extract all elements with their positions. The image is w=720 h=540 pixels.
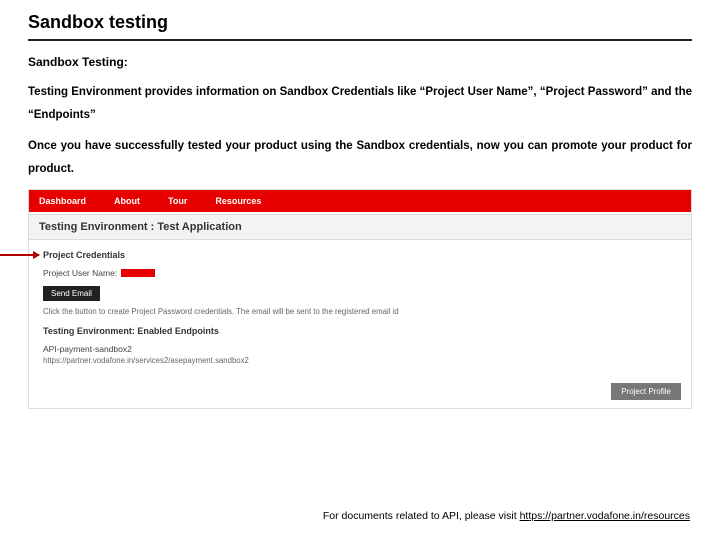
project-username-label: Project User Name: [43, 268, 117, 278]
project-username-row: Project User Name: [43, 268, 677, 278]
project-profile-button[interactable]: Project Profile [611, 383, 681, 400]
intro-paragraph-1: Testing Environment provides information… [28, 81, 692, 127]
nav-tour[interactable]: Tour [168, 196, 187, 206]
top-nav: Dashboard About Tour Resources [29, 190, 691, 212]
endpoint-name: API-payment-sandbox2 [43, 344, 677, 354]
redacted-value [121, 269, 155, 277]
page-title: Sandbox testing [28, 12, 692, 41]
nav-about[interactable]: About [114, 196, 140, 206]
nav-dashboard[interactable]: Dashboard [39, 196, 86, 206]
nav-resources[interactable]: Resources [215, 196, 261, 206]
credentials-heading: Project Credentials [43, 250, 677, 260]
intro-paragraph-2: Once you have successfully tested your p… [28, 135, 692, 181]
footer-note: For documents related to API, please vis… [323, 510, 690, 522]
send-email-button[interactable]: Send Email [43, 286, 100, 301]
pointer-arrow-icon [0, 254, 39, 256]
password-hint-text: Click the button to create Project Passw… [43, 307, 677, 316]
footer-link[interactable]: https://partner.vodafone.in/resources [520, 510, 690, 522]
section-heading: Sandbox Testing: [28, 55, 692, 69]
endpoint-url: https://partner.vodafone.in/services2/as… [43, 356, 677, 365]
embedded-screenshot: Dashboard About Tour Resources Testing E… [28, 189, 692, 409]
endpoints-heading: Testing Environment: Enabled Endpoints [43, 326, 677, 336]
footer-prefix: For documents related to API, please vis… [323, 510, 520, 522]
environment-title: Testing Environment : Test Application [29, 214, 691, 240]
